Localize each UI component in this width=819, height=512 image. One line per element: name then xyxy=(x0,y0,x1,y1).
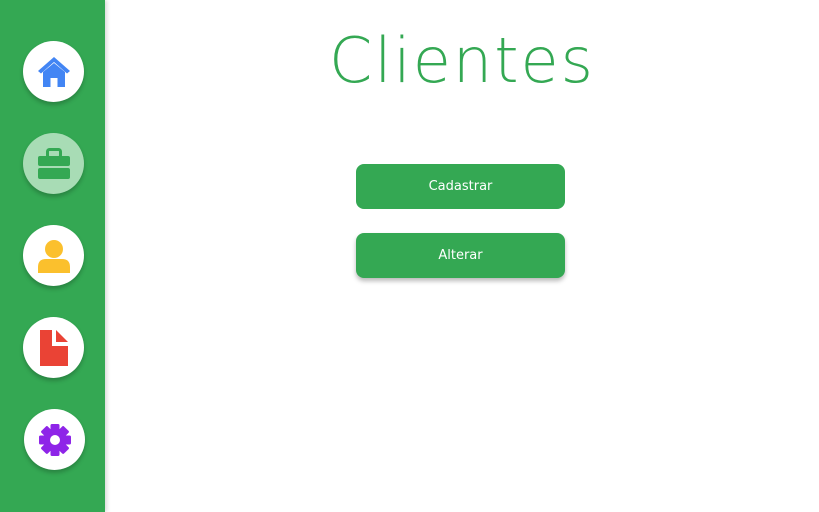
home-icon xyxy=(37,56,70,87)
cadastrar-button[interactable]: Cadastrar xyxy=(356,164,565,209)
nav-briefcase-button[interactable] xyxy=(23,133,84,194)
page-title: Clientes xyxy=(329,24,595,97)
nav-document-button[interactable] xyxy=(23,317,84,378)
nav-user-button[interactable] xyxy=(23,225,84,286)
briefcase-icon xyxy=(37,147,70,179)
app: Clientes Cadastrar Alterar xyxy=(0,0,819,512)
user-icon xyxy=(37,239,70,273)
nav-home-button[interactable] xyxy=(23,41,84,102)
gear-icon xyxy=(38,423,71,456)
sidebar xyxy=(0,0,105,512)
alterar-button[interactable]: Alterar xyxy=(356,233,565,278)
nav-settings-button[interactable] xyxy=(24,409,85,470)
document-icon xyxy=(39,329,68,366)
